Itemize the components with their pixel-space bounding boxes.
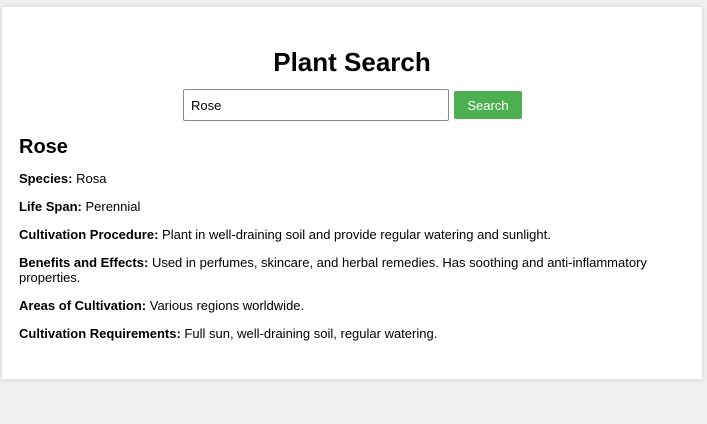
field-cultivation-requirements: Cultivation Requirements: Full sun, well… [19,326,689,341]
field-label: Life Span: [19,199,82,214]
plant-result: Rose Species: Rosa Life Span: Perennial … [19,135,689,354]
field-species: Species: Rosa [19,171,689,186]
field-label: Benefits and Effects: [19,255,149,270]
field-label: Areas of Cultivation: [19,298,147,313]
search-input[interactable] [183,89,449,121]
field-value: Various regions worldwide. [149,298,305,313]
field-areas-of-cultivation: Areas of Cultivation: Various regions wo… [19,298,689,313]
field-label: Species: [19,171,73,186]
plant-name: Rose [19,136,68,158]
field-label: Cultivation Requirements: [19,326,181,341]
page-title: Plant Search [273,47,431,77]
field-cultivation-procedure: Cultivation Procedure: Plant in well-dra… [19,227,689,242]
field-life-span: Life Span: Perennial [19,199,689,214]
field-value: Perennial [85,199,141,214]
plant-search-card: Plant Search Search Rose Species: Rosa L… [2,7,702,379]
field-value: Full sun, well-draining soil, regular wa… [184,326,438,341]
search-button[interactable]: Search [454,91,522,119]
field-benefits-and-effects: Benefits and Effects: Used in perfumes, … [19,255,689,285]
search-bar: Search [183,89,522,121]
field-value: Rosa [76,171,107,186]
field-label: Cultivation Procedure: [19,227,159,242]
field-value: Plant in well-draining soil and provide … [162,227,551,242]
